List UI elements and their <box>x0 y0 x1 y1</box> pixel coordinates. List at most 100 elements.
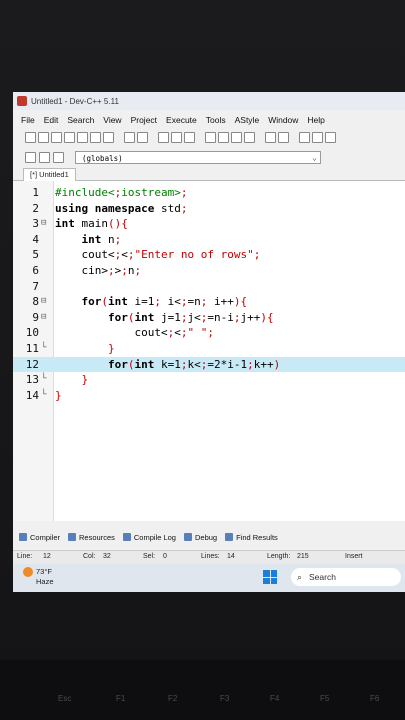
project-options-icon[interactable] <box>312 131 323 143</box>
menu-edit[interactable]: Edit <box>44 115 59 125</box>
main-toolbar <box>13 128 405 146</box>
code-editor[interactable]: 1 #include<;iostream>; 2 using namespace st… <box>13 181 405 521</box>
menu-search[interactable]: Search <box>67 115 94 125</box>
tab-compiler-label: Compiler <box>30 532 61 542</box>
open-file-icon[interactable] <box>38 131 49 143</box>
line-number: 11 <box>25 342 39 355</box>
code-line[interactable]: 13 └ } <box>13 372 405 387</box>
code-line[interactable]: 1 #include<;iostream>; <box>13 185 405 200</box>
key-f3: F3 <box>220 694 230 703</box>
fold-toggle-icon[interactable]: ⊟ <box>41 216 51 231</box>
run-icon[interactable] <box>218 131 229 143</box>
code-line[interactable]: 6 cin>;>;n; <box>13 263 405 278</box>
code-line[interactable]: 2 using namespace std; <box>13 201 405 216</box>
line-number: 14 <box>25 388 39 402</box>
menu-astyle[interactable]: AStyle <box>235 115 260 125</box>
save-icon[interactable] <box>51 131 62 143</box>
line-number: 5 <box>32 248 39 262</box>
fold-end-icon: └ <box>41 374 47 385</box>
close-file-icon[interactable] <box>77 131 88 143</box>
scope-dropdown[interactable]: (globals) ⌄ <box>75 150 321 164</box>
code-line[interactable]: 9 ⊟ for(int j=1;j<;=n-i;j++){ <box>13 310 405 325</box>
menu-window[interactable]: Window <box>268 115 298 125</box>
print-icon[interactable] <box>103 131 114 143</box>
menu-tools[interactable]: Tools <box>206 115 226 125</box>
line-number: 8 <box>32 295 39 309</box>
menu-view[interactable]: View <box>103 115 121 125</box>
code-text: int main(){ <box>55 217 128 231</box>
code-text: int n; <box>81 232 122 246</box>
rebuild-icon[interactable] <box>244 131 255 143</box>
windows-start-icon[interactable] <box>263 570 277 584</box>
status-line-value: 12 <box>43 553 51 560</box>
tab-untitled1[interactable]: [*] Untitled1 <box>23 168 76 181</box>
code-line[interactable]: 10 cout<;<;" "; <box>13 325 405 340</box>
menu-help[interactable]: Help <box>307 115 324 125</box>
debug-icon[interactable] <box>265 131 276 143</box>
tab-debug-label: Debug <box>194 532 218 542</box>
code-line[interactable]: 5 cout<;<;"Enter no of rows"; <box>13 247 405 262</box>
code-text: cin>;>;n; <box>55 264 142 277</box>
bookmark-icon[interactable] <box>53 151 64 163</box>
status-col-label: Col: <box>83 553 96 560</box>
redo-icon[interactable] <box>137 131 148 143</box>
status-lines-value: 14 <box>227 553 235 560</box>
status-bar: Line: 12 Col: 32 Sel: 0 Lines: 14 Length… <box>13 550 405 564</box>
fold-toggle-icon[interactable]: ⊟ <box>41 294 51 309</box>
new-file-icon[interactable] <box>25 131 36 143</box>
status-col-value: 32 <box>103 553 111 560</box>
class-browser-icon[interactable] <box>299 131 310 143</box>
editor-tabstrip: [*] Untitled1 <box>13 168 405 181</box>
code-line[interactable]: 7 <box>13 279 405 294</box>
goto-line-icon[interactable] <box>184 131 195 143</box>
menu-execute[interactable]: Execute <box>166 115 197 125</box>
code-line[interactable]: 3 ⊟ int main(){ <box>13 216 405 231</box>
undo-icon[interactable] <box>124 131 135 143</box>
code-line[interactable]: 4 int n; <box>13 232 405 247</box>
status-line-label: Line: <box>17 553 33 560</box>
line-number: 1 <box>32 186 39 199</box>
tab-find-results[interactable]: Find Results <box>225 533 278 542</box>
indent-icon[interactable] <box>25 151 36 163</box>
menu-project[interactable]: Project <box>131 115 157 125</box>
code-line[interactable]: 8 ⊟ for(int i=1; i<;=n; i++){ <box>13 294 405 309</box>
close-all-icon[interactable] <box>90 131 101 143</box>
menu-file[interactable]: File <box>21 115 35 125</box>
code-line[interactable]: 11 └ } <box>13 341 405 356</box>
weather-widget[interactable]: 73°F Haze <box>23 567 54 586</box>
code-line[interactable]: 12 for(int k=1;k<;=2*i-1;k++) <box>13 356 405 372</box>
keyboard: Esc F1 F2 F3 F4 F5 F6 <box>0 660 405 720</box>
find-results-icon <box>225 533 234 541</box>
tab-debug[interactable]: Debug <box>183 532 218 542</box>
status-mode: Insert <box>345 553 363 560</box>
status-sel-value: 0 <box>163 553 167 560</box>
fold-toggle-icon[interactable]: ⊟ <box>41 310 51 325</box>
code-text: } <box>81 373 89 387</box>
compile-icon[interactable] <box>205 131 216 143</box>
unindent-icon[interactable] <box>39 151 50 163</box>
replace-icon[interactable] <box>171 131 182 143</box>
tab-compiler[interactable]: Compiler <box>19 533 60 542</box>
code-text: cout<;<;" "; <box>55 326 214 340</box>
search-icon: ⌕ <box>297 572 303 582</box>
code-text: for(int j=1;j<;=n-i;j++){ <box>107 310 274 324</box>
key-f4: F4 <box>270 694 280 703</box>
tab-compile-log[interactable]: Compile Log <box>122 533 176 542</box>
key-f1: F1 <box>116 694 126 703</box>
windows-taskbar: 73°F Haze ⌕ Search <box>13 564 405 592</box>
line-number: 4 <box>32 232 39 246</box>
line-number: 10 <box>25 326 39 340</box>
stop-icon[interactable] <box>278 131 289 143</box>
resources-icon <box>68 533 77 541</box>
tab-resources[interactable]: Resources <box>68 533 115 542</box>
screen: Untitled1 - Dev-C++ 5.11 File Edit Searc… <box>13 92 405 592</box>
layout-icon[interactable] <box>325 131 336 143</box>
tab-find-results-label: Find Results <box>236 532 278 542</box>
find-icon[interactable] <box>158 131 169 143</box>
code-line[interactable]: 14 └} <box>13 388 405 403</box>
compile-run-icon[interactable] <box>231 131 242 143</box>
code-text: for(int i=1; i<;=n; i++){ <box>81 295 248 309</box>
line-number: 3 <box>32 217 39 231</box>
taskbar-search[interactable]: ⌕ Search <box>291 568 401 586</box>
save-all-icon[interactable] <box>64 131 75 143</box>
